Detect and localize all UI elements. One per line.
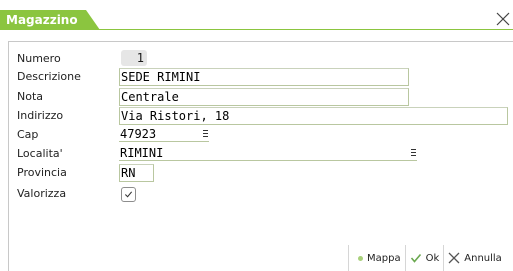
- localita-value: RIMINI: [120, 146, 164, 160]
- valorizza-label: Valorizza: [17, 187, 67, 200]
- mappa-button[interactable]: Mappa: [348, 245, 405, 271]
- numero-label: Numero: [17, 52, 61, 65]
- ok-button[interactable]: Ok: [404, 245, 444, 271]
- close-button[interactable]: [494, 10, 512, 28]
- dot-icon: [358, 255, 363, 261]
- title-divider: [0, 29, 513, 30]
- indirizzo-field[interactable]: Via Ristori, 18: [119, 107, 508, 125]
- ok-label: Ok: [425, 252, 440, 264]
- annulla-button[interactable]: Annulla: [443, 245, 506, 271]
- cap-label: Cap: [17, 128, 39, 141]
- nota-field[interactable]: Centrale: [119, 88, 409, 106]
- close-icon: [496, 12, 510, 26]
- mappa-label: Mappa: [367, 252, 401, 264]
- provincia-field[interactable]: RN: [119, 164, 154, 182]
- magazzino-dialog: Magazzino Numero 1 Descrizione SEDE RIMI…: [0, 0, 513, 271]
- cap-field[interactable]: 47923: [119, 126, 209, 142]
- localita-field[interactable]: RIMINI: [119, 145, 417, 161]
- cap-value: 47923: [120, 127, 157, 141]
- menu-lines-icon[interactable]: [203, 130, 208, 137]
- descrizione-field[interactable]: SEDE RIMINI: [119, 68, 409, 86]
- window-title: Magazzino: [0, 10, 100, 30]
- numero-field[interactable]: 1: [121, 50, 147, 66]
- footer-toolbar: Mappa Ok Annulla: [348, 245, 506, 271]
- localita-label: Localita': [17, 147, 63, 160]
- menu-lines-icon[interactable]: [411, 149, 416, 156]
- indirizzo-label: Indirizzo: [17, 109, 64, 122]
- valorizza-checkbox[interactable]: [121, 187, 136, 202]
- provincia-label: Provincia: [17, 166, 67, 179]
- check-icon: [410, 253, 421, 263]
- check-icon: [124, 191, 133, 198]
- close-icon: [448, 252, 460, 264]
- descrizione-label: Descrizione: [17, 70, 81, 83]
- nota-label: Nota: [17, 90, 44, 103]
- annulla-label: Annulla: [464, 252, 502, 264]
